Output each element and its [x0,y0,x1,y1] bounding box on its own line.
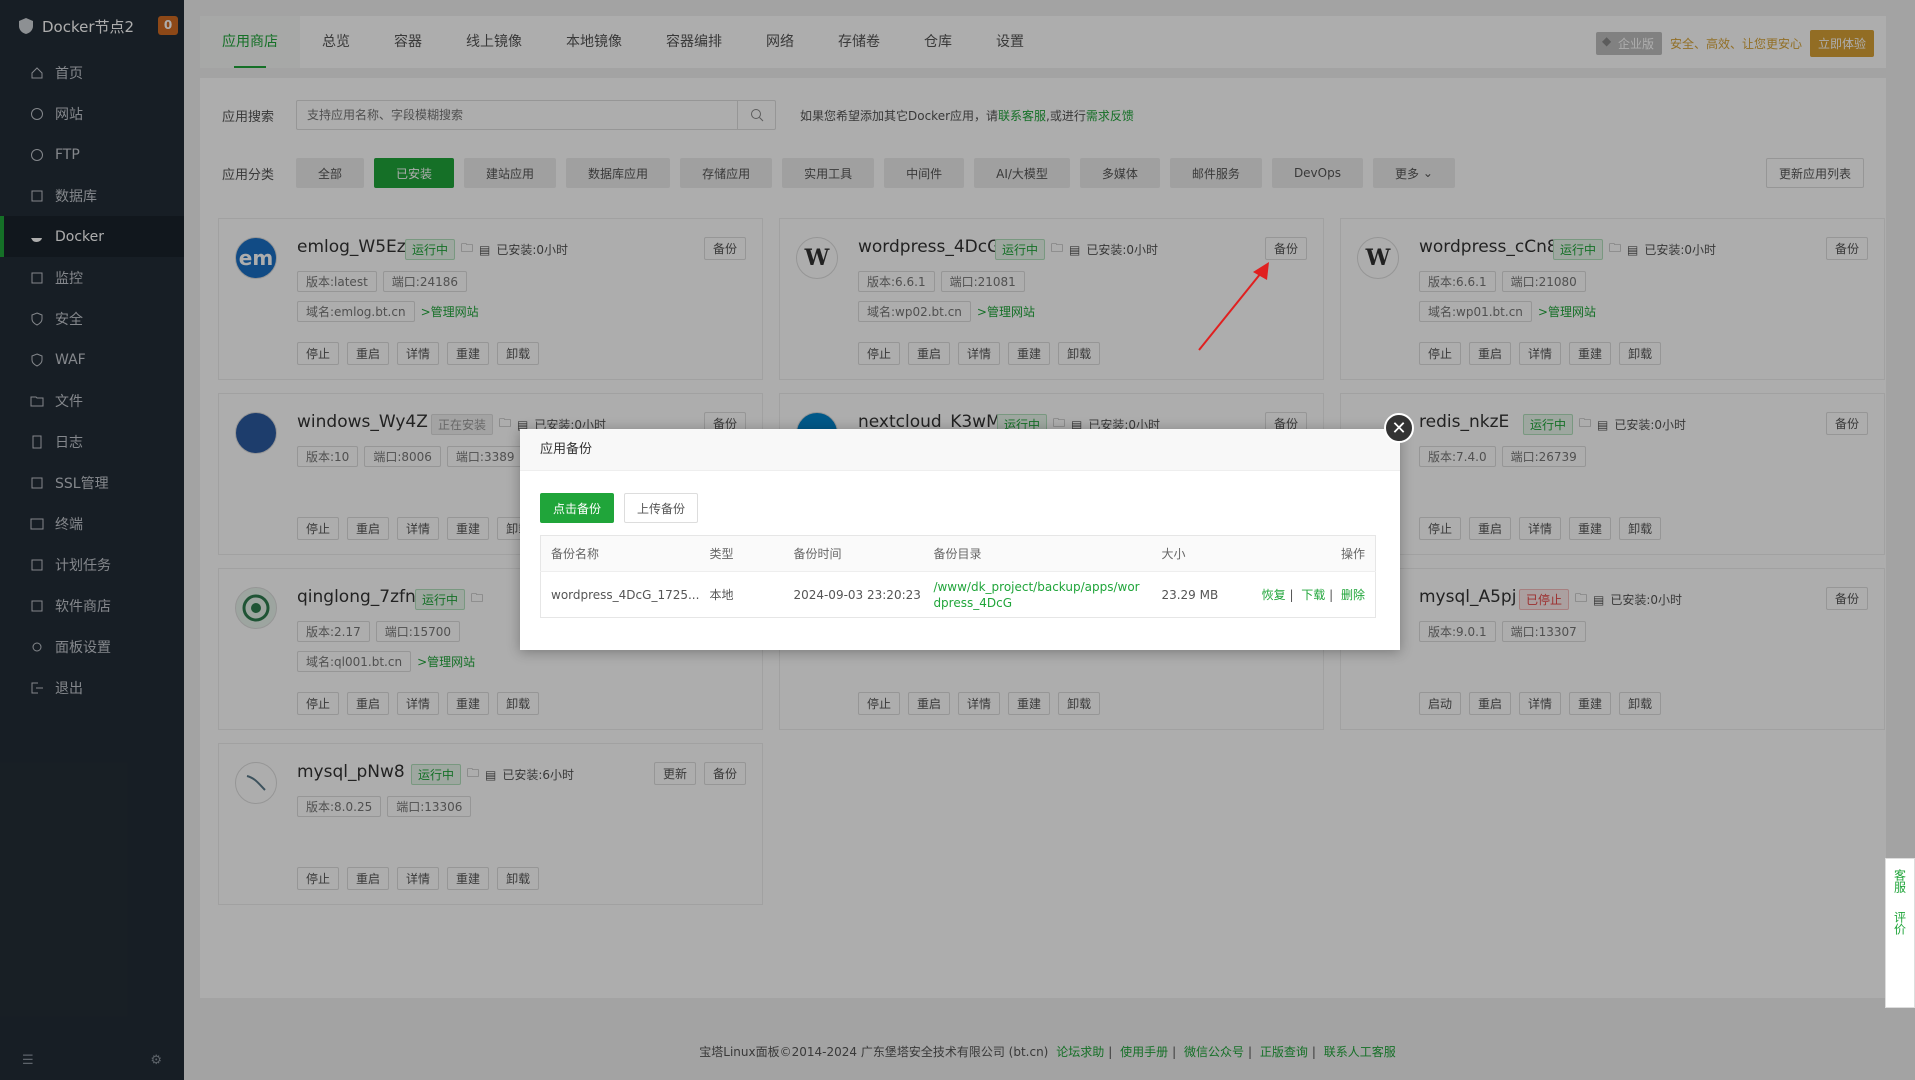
modal-title: 应用备份 [520,429,1400,471]
download-link[interactable]: 下载 [1301,588,1325,602]
table-header-row: 备份名称 类型 备份时间 备份目录 大小 操作 [540,535,1376,572]
annotation-arrow [1198,262,1269,351]
delete-link[interactable]: 删除 [1341,588,1365,602]
backup-table: 备份名称 类型 备份时间 备份目录 大小 操作 wordpress_4DcG_1… [540,535,1376,618]
backup-ops: 恢复 | 下载 | 删除 [1261,588,1365,602]
col-ops: 操作 [1247,535,1376,572]
col-type: 类型 [699,535,784,572]
backup-type: 本地 [709,588,734,602]
modal-buttons: 点击备份 上传备份 [540,493,699,523]
floating-service-bar: 客服 评价 [1885,858,1915,1008]
start-backup-button[interactable]: 点击备份 [540,493,615,523]
rate-button[interactable]: 评价 [1892,911,1909,935]
customer-service-button[interactable]: 客服 [1892,869,1909,893]
restore-link[interactable]: 恢复 [1262,588,1286,602]
close-icon[interactable]: ✕ [1384,413,1414,443]
col-dir: 备份目录 [923,535,1152,572]
backup-name: wordpress_4DcG_1725... [551,587,700,602]
backup-modal: 应用备份 ✕ 点击备份 上传备份 备份名称 类型 备份时间 备份目录 大小 操作… [520,413,1414,650]
col-size: 大小 [1151,535,1248,572]
backup-size: 23.29 MB [1161,587,1219,602]
upload-backup-button[interactable]: 上传备份 [624,493,699,523]
backup-dir-link[interactable]: /www/dk_project/backup/apps/wordpress_4D… [923,572,1151,618]
backup-time: 2024-09-03 23:20:23 [793,587,921,602]
col-name: 备份名称 [540,535,700,572]
table-row: wordpress_4DcG_1725... 本地 2024-09-03 23:… [541,572,1376,618]
col-time: 备份时间 [783,535,924,572]
